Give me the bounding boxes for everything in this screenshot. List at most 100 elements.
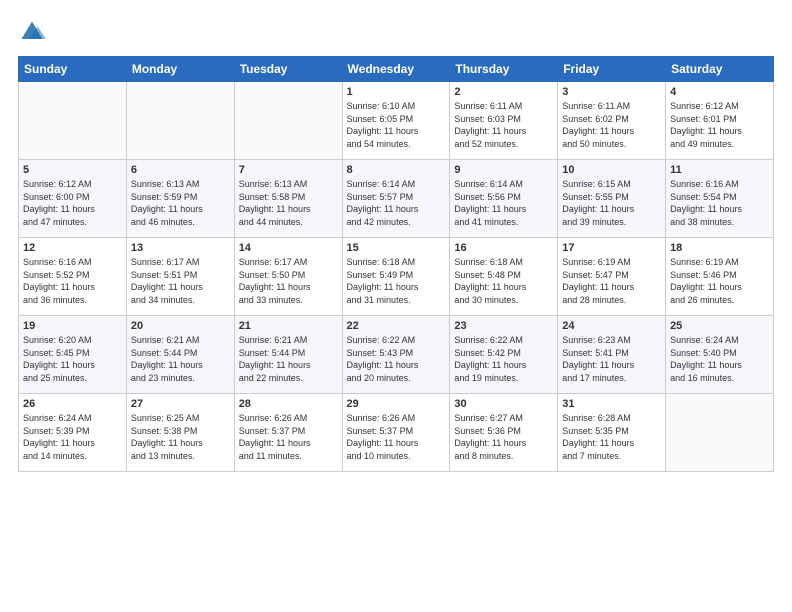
calendar-day-cell: 23 Sunrise: 6:22 AM Sunset: 5:42 PM Dayli… <box>450 316 558 394</box>
calendar-day-cell: 26 Sunrise: 6:24 AM Sunset: 5:39 PM Dayli… <box>19 394 127 472</box>
day-info: Sunrise: 6:22 AM Sunset: 5:42 PM Dayligh… <box>454 334 553 384</box>
day-info: Sunrise: 6:21 AM Sunset: 5:44 PM Dayligh… <box>131 334 230 384</box>
day-info: Sunrise: 6:24 AM Sunset: 5:40 PM Dayligh… <box>670 334 769 384</box>
day-number: 23 <box>454 320 553 332</box>
calendar-day-cell: 9 Sunrise: 6:14 AM Sunset: 5:56 PM Daylig… <box>450 160 558 238</box>
day-info: Sunrise: 6:23 AM Sunset: 5:41 PM Dayligh… <box>562 334 661 384</box>
day-info: Sunrise: 6:14 AM Sunset: 5:57 PM Dayligh… <box>347 178 446 228</box>
calendar-day-cell: 14 Sunrise: 6:17 AM Sunset: 5:50 PM Dayli… <box>234 238 342 316</box>
day-info: Sunrise: 6:17 AM Sunset: 5:51 PM Dayligh… <box>131 256 230 306</box>
calendar-week-row: 19Sunrise: 6:20 AM Sunset: 5:45 PM Dayli… <box>19 316 774 394</box>
day-number: 3 <box>562 86 661 98</box>
day-info: Sunrise: 6:17 AM Sunset: 5:50 PM Dayligh… <box>239 256 338 306</box>
day-info: Sunrise: 6:22 AM Sunset: 5:43 PM Dayligh… <box>347 334 446 384</box>
day-number: 26 <box>23 398 122 410</box>
day-info: Sunrise: 6:27 AM Sunset: 5:36 PM Dayligh… <box>454 412 553 462</box>
calendar-weekday-header: Tuesday <box>234 57 342 82</box>
calendar-day-cell: 10 Sunrise: 6:15 AM Sunset: 5:55 PM Dayli… <box>558 160 666 238</box>
calendar-day-cell: 16Sunrise: 6:18 AM Sunset: 5:48 PM Dayli… <box>450 238 558 316</box>
day-info: Sunrise: 6:10 AM Sunset: 6:05 PM Dayligh… <box>347 100 446 150</box>
calendar-day-cell: 21Sunrise: 6:21 AM Sunset: 5:44 PM Dayli… <box>234 316 342 394</box>
day-number: 22 <box>347 320 446 332</box>
day-info: Sunrise: 6:28 AM Sunset: 5:35 PM Dayligh… <box>562 412 661 462</box>
calendar-day-cell: 28 Sunrise: 6:26 AM Sunset: 5:37 PM Dayli… <box>234 394 342 472</box>
calendar-day-cell: 29 Sunrise: 6:26 AM Sunset: 5:37 PM Dayli… <box>342 394 450 472</box>
day-number: 11 <box>670 164 769 176</box>
calendar-day-cell: 4 Sunrise: 6:12 AM Sunset: 6:01 PM Daylig… <box>666 82 774 160</box>
day-number: 19 <box>23 320 122 332</box>
calendar-weekday-header: Saturday <box>666 57 774 82</box>
day-number: 20 <box>131 320 230 332</box>
calendar-day-cell <box>234 82 342 160</box>
calendar-week-row: 5 Sunrise: 6:12 AM Sunset: 6:00 PM Daylig… <box>19 160 774 238</box>
calendar-day-cell <box>19 82 127 160</box>
day-number: 6 <box>131 164 230 176</box>
day-info: Sunrise: 6:18 AM Sunset: 5:49 PM Dayligh… <box>347 256 446 306</box>
day-info: Sunrise: 6:11 AM Sunset: 6:03 PM Dayligh… <box>454 100 553 150</box>
calendar-week-row: 12 Sunrise: 6:16 AM Sunset: 5:52 PM Dayli… <box>19 238 774 316</box>
day-info: Sunrise: 6:13 AM Sunset: 5:59 PM Dayligh… <box>131 178 230 228</box>
day-info: Sunrise: 6:19 AM Sunset: 5:46 PM Dayligh… <box>670 256 769 306</box>
calendar-day-cell <box>126 82 234 160</box>
calendar-day-cell: 11 Sunrise: 6:16 AM Sunset: 5:54 PM Dayli… <box>666 160 774 238</box>
day-number: 5 <box>23 164 122 176</box>
calendar-day-cell: 2 Sunrise: 6:11 AM Sunset: 6:03 PM Daylig… <box>450 82 558 160</box>
day-number: 10 <box>562 164 661 176</box>
logo <box>18 18 50 46</box>
day-info: Sunrise: 6:11 AM Sunset: 6:02 PM Dayligh… <box>562 100 661 150</box>
day-number: 29 <box>347 398 446 410</box>
calendar-day-cell: 22 Sunrise: 6:22 AM Sunset: 5:43 PM Dayli… <box>342 316 450 394</box>
day-info: Sunrise: 6:19 AM Sunset: 5:47 PM Dayligh… <box>562 256 661 306</box>
calendar-day-cell: 3 Sunrise: 6:11 AM Sunset: 6:02 PM Daylig… <box>558 82 666 160</box>
day-info: Sunrise: 6:12 AM Sunset: 6:01 PM Dayligh… <box>670 100 769 150</box>
day-info: Sunrise: 6:26 AM Sunset: 5:37 PM Dayligh… <box>347 412 446 462</box>
calendar-day-cell: 30 Sunrise: 6:27 AM Sunset: 5:36 PM Dayli… <box>450 394 558 472</box>
calendar-day-cell: 18 Sunrise: 6:19 AM Sunset: 5:46 PM Dayli… <box>666 238 774 316</box>
day-number: 24 <box>562 320 661 332</box>
calendar-day-cell: 19Sunrise: 6:20 AM Sunset: 5:45 PM Dayli… <box>19 316 127 394</box>
day-info: Sunrise: 6:15 AM Sunset: 5:55 PM Dayligh… <box>562 178 661 228</box>
calendar-day-cell: 8 Sunrise: 6:14 AM Sunset: 5:57 PM Daylig… <box>342 160 450 238</box>
calendar-day-cell: 1 Sunrise: 6:10 AM Sunset: 6:05 PM Daylig… <box>342 82 450 160</box>
day-number: 30 <box>454 398 553 410</box>
day-number: 15 <box>347 242 446 254</box>
day-number: 16 <box>454 242 553 254</box>
calendar-weekday-header: Thursday <box>450 57 558 82</box>
day-number: 1 <box>347 86 446 98</box>
day-number: 4 <box>670 86 769 98</box>
calendar-table: SundayMondayTuesdayWednesdayThursdayFrid… <box>18 56 774 472</box>
day-info: Sunrise: 6:25 AM Sunset: 5:38 PM Dayligh… <box>131 412 230 462</box>
day-number: 31 <box>562 398 661 410</box>
day-number: 18 <box>670 242 769 254</box>
day-number: 8 <box>347 164 446 176</box>
calendar-day-cell: 31 Sunrise: 6:28 AM Sunset: 5:35 PM Dayli… <box>558 394 666 472</box>
calendar-weekday-header: Monday <box>126 57 234 82</box>
day-number: 7 <box>239 164 338 176</box>
day-info: Sunrise: 6:26 AM Sunset: 5:37 PM Dayligh… <box>239 412 338 462</box>
calendar-weekday-header: Friday <box>558 57 666 82</box>
calendar-day-cell: 17 Sunrise: 6:19 AM Sunset: 5:47 PM Dayli… <box>558 238 666 316</box>
day-info: Sunrise: 6:16 AM Sunset: 5:54 PM Dayligh… <box>670 178 769 228</box>
day-number: 21 <box>239 320 338 332</box>
calendar-weekday-header: Wednesday <box>342 57 450 82</box>
day-number: 13 <box>131 242 230 254</box>
day-info: Sunrise: 6:13 AM Sunset: 5:58 PM Dayligh… <box>239 178 338 228</box>
day-info: Sunrise: 6:12 AM Sunset: 6:00 PM Dayligh… <box>23 178 122 228</box>
day-number: 2 <box>454 86 553 98</box>
calendar-header-row: SundayMondayTuesdayWednesdayThursdayFrid… <box>19 57 774 82</box>
calendar-day-cell: 12 Sunrise: 6:16 AM Sunset: 5:52 PM Dayli… <box>19 238 127 316</box>
logo-icon <box>18 18 46 46</box>
day-info: Sunrise: 6:16 AM Sunset: 5:52 PM Dayligh… <box>23 256 122 306</box>
day-number: 27 <box>131 398 230 410</box>
day-info: Sunrise: 6:14 AM Sunset: 5:56 PM Dayligh… <box>454 178 553 228</box>
calendar-day-cell: 20 Sunrise: 6:21 AM Sunset: 5:44 PM Dayli… <box>126 316 234 394</box>
day-number: 25 <box>670 320 769 332</box>
day-number: 17 <box>562 242 661 254</box>
calendar-day-cell: 25 Sunrise: 6:24 AM Sunset: 5:40 PM Dayli… <box>666 316 774 394</box>
day-number: 28 <box>239 398 338 410</box>
day-info: Sunrise: 6:24 AM Sunset: 5:39 PM Dayligh… <box>23 412 122 462</box>
day-number: 9 <box>454 164 553 176</box>
calendar-day-cell: 15 Sunrise: 6:18 AM Sunset: 5:49 PM Dayli… <box>342 238 450 316</box>
day-number: 12 <box>23 242 122 254</box>
day-number: 14 <box>239 242 338 254</box>
